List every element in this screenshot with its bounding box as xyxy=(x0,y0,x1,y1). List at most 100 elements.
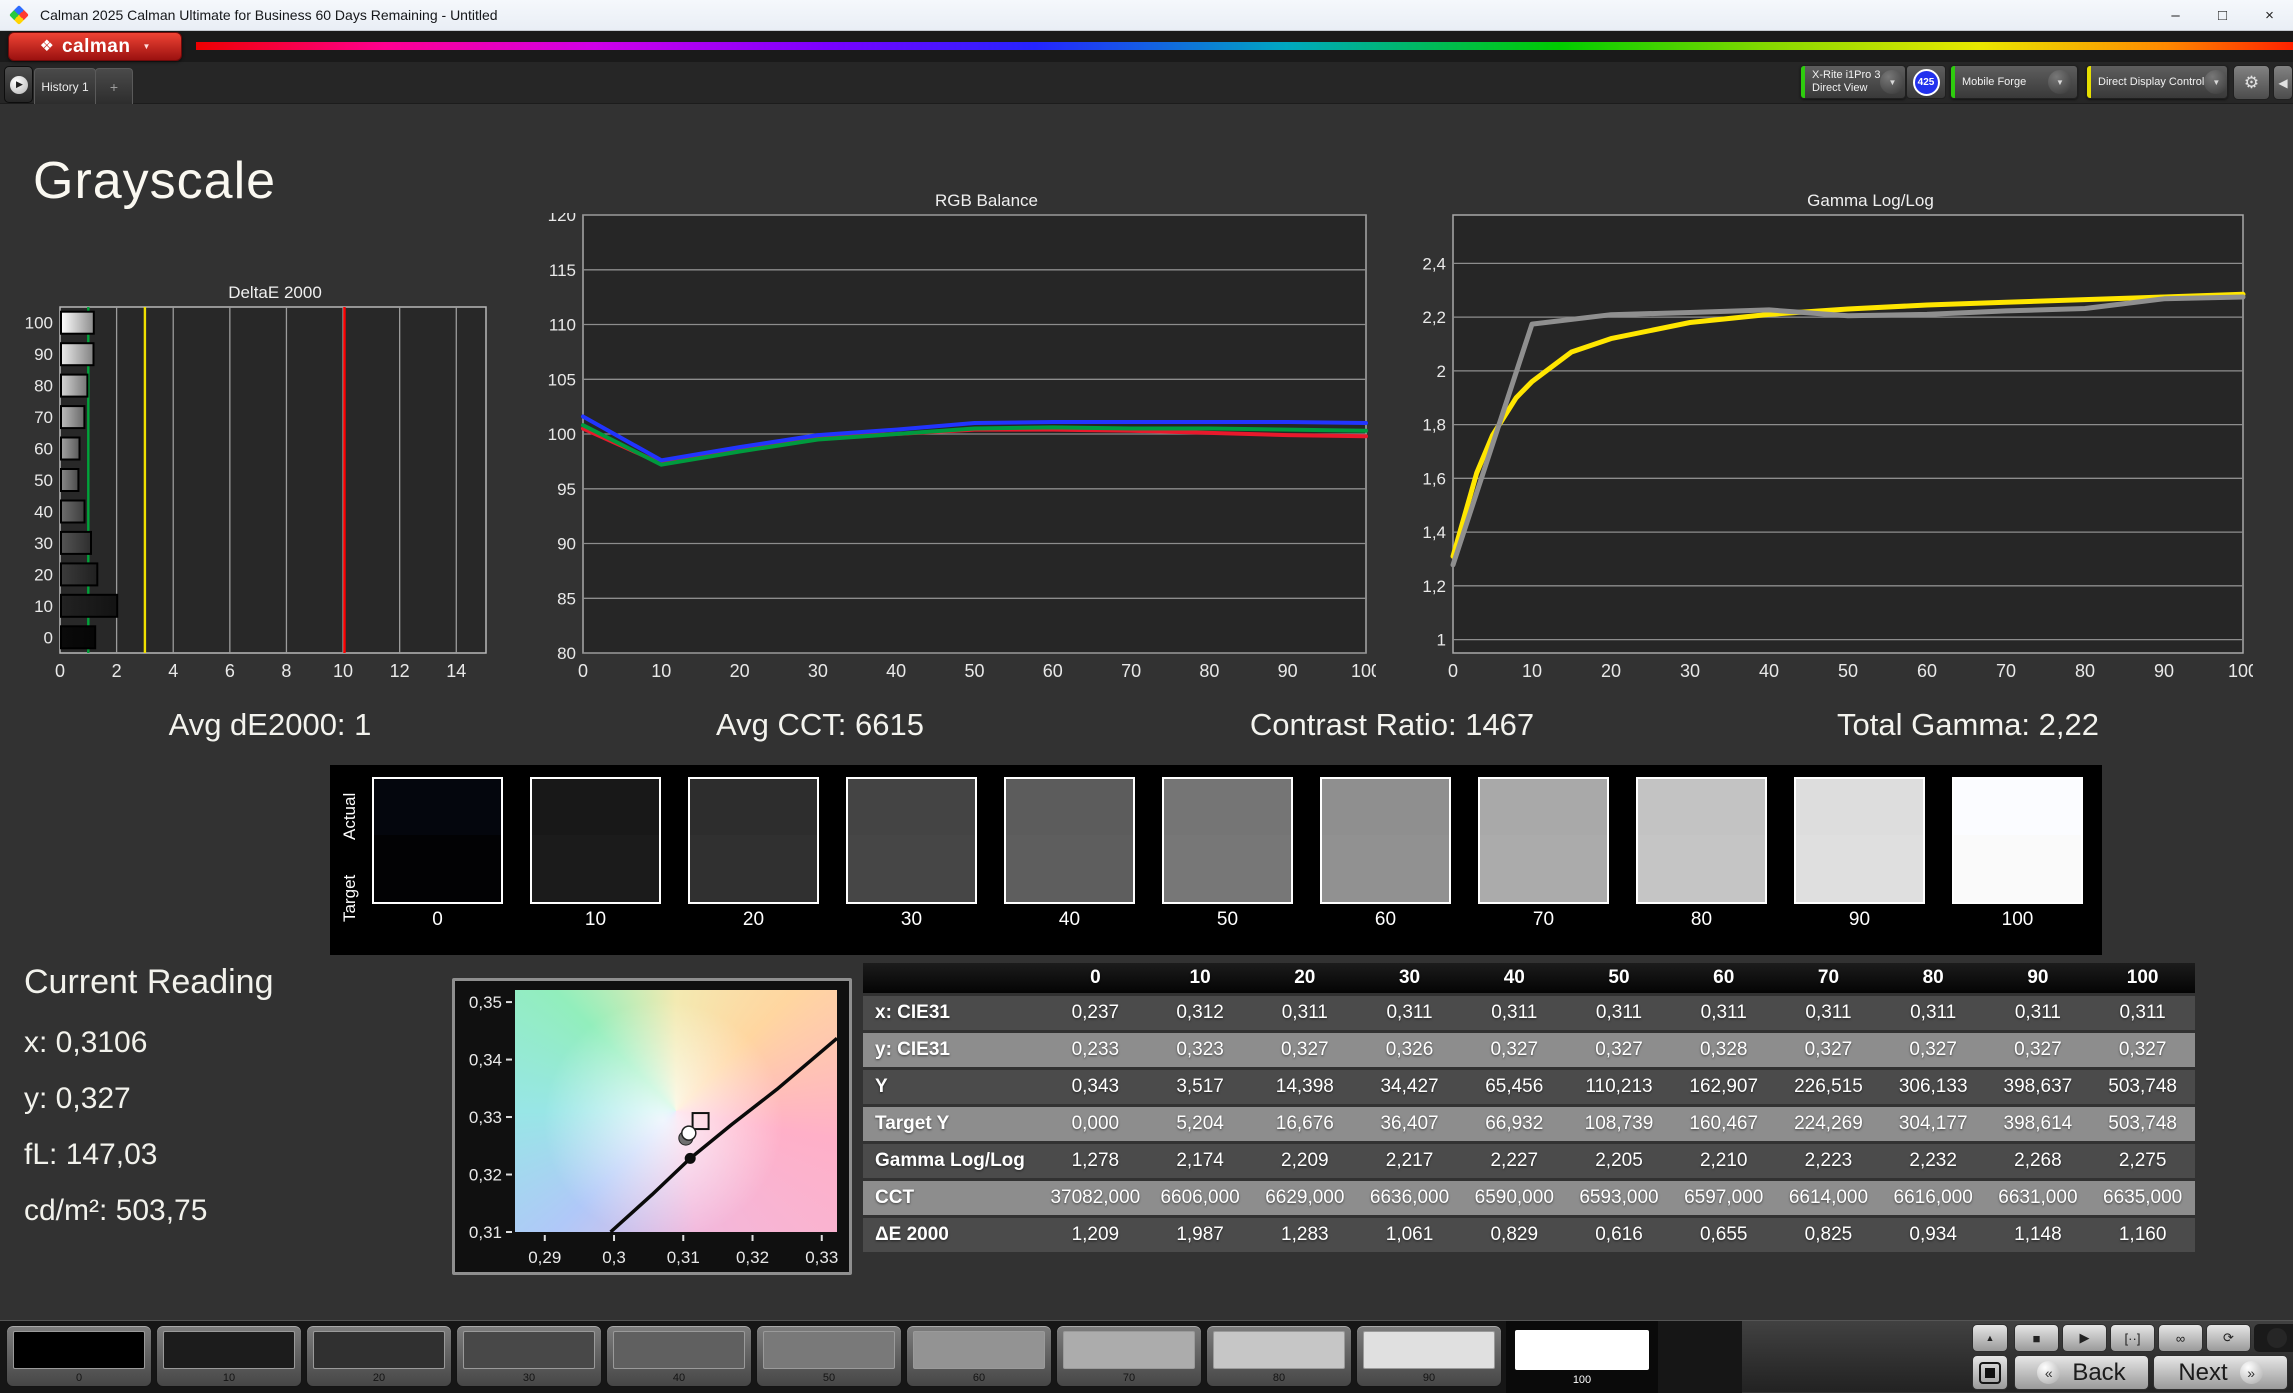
svg-text:2,2: 2,2 xyxy=(1422,308,1446,327)
calman-logo-text: calman xyxy=(62,36,130,58)
level-button-70[interactable]: 70 xyxy=(1056,1325,1202,1387)
svg-text:2: 2 xyxy=(1437,362,1446,381)
table-cell: 1,278 xyxy=(1043,1150,1148,1172)
svg-text:70: 70 xyxy=(1121,661,1141,681)
table-cell: 0,327 xyxy=(2090,1039,2195,1061)
add-tab-button[interactable]: + xyxy=(95,68,133,104)
meter-status-indicator xyxy=(1801,66,1805,98)
level-button-30[interactable]: 30 xyxy=(456,1325,602,1387)
settings-button[interactable]: ⚙ xyxy=(2233,65,2270,100)
next-button[interactable]: Next » xyxy=(2153,1355,2288,1390)
svg-text:70: 70 xyxy=(34,408,53,427)
svg-text:60: 60 xyxy=(34,440,53,459)
step-read-button[interactable]: [··] xyxy=(2110,1324,2155,1352)
table-cell: 108,739 xyxy=(1567,1113,1672,1135)
table-row: Gamma Log/Log1,2782,1742,2092,2172,2272,… xyxy=(863,1144,2195,1178)
table-cell: 14,398 xyxy=(1252,1076,1357,1098)
table-cell: 0,311 xyxy=(1776,1002,1881,1024)
table-cell: 0,000 xyxy=(1043,1113,1148,1135)
deltae-chart: DeltaE 2000 1009080706050403020100024681… xyxy=(24,283,494,688)
meter-count-button[interactable]: 425 xyxy=(1906,65,1946,99)
level-button-20[interactable]: 20 xyxy=(306,1325,452,1387)
current-reading-heading: Current Reading xyxy=(24,963,273,1002)
table-cell: 0,311 xyxy=(2090,1002,2195,1024)
play-button[interactable]: ▶ xyxy=(2062,1324,2107,1352)
table-cell: 2,275 xyxy=(2090,1150,2195,1172)
level-button-10[interactable]: 10 xyxy=(156,1325,302,1387)
table-cell: 2,223 xyxy=(1776,1150,1881,1172)
meter-select-i1pro[interactable]: X-Rite i1Pro 3 Direct View ▼ xyxy=(1800,65,1906,99)
level-label: 10 xyxy=(223,1372,235,1384)
level-label: 60 xyxy=(973,1372,985,1384)
minimize-icon[interactable]: – xyxy=(2152,0,2199,30)
column-header: 80 xyxy=(1881,967,1986,989)
level-label: 70 xyxy=(1123,1372,1135,1384)
cie-chart: 0,290,30,310,320,330,350,340,330,320,31 xyxy=(452,978,852,1275)
sidebar-expander-button[interactable]: ▶ xyxy=(4,66,33,103)
gray-swatch-80: 80 xyxy=(1636,777,1767,931)
level-button-100[interactable]: 100 xyxy=(1506,1321,1658,1393)
table-cell: 6636,000 xyxy=(1357,1187,1462,1209)
column-header: 30 xyxy=(1357,967,1462,989)
expand-tray-button[interactable]: ▲ xyxy=(1972,1324,2008,1352)
gray-swatch-50: 50 xyxy=(1162,777,1293,931)
svg-text:0: 0 xyxy=(1448,661,1458,681)
svg-text:50: 50 xyxy=(1838,661,1858,681)
table-cell: 37082,000 xyxy=(1043,1187,1148,1209)
level-swatch xyxy=(763,1331,895,1369)
level-label: 80 xyxy=(1273,1372,1285,1384)
svg-text:50: 50 xyxy=(34,471,53,490)
table-cell: 0,655 xyxy=(1671,1224,1776,1246)
level-button-40[interactable]: 40 xyxy=(606,1325,752,1387)
maximize-icon[interactable]: □ xyxy=(2199,0,2246,30)
total-gamma-stat: Total Gamma: 2,22 xyxy=(1837,707,2099,743)
level-swatch xyxy=(163,1331,295,1369)
level-button-90[interactable]: 90 xyxy=(1356,1325,1502,1387)
meter-count-badge: 425 xyxy=(1913,69,1940,96)
table-cell: 5,204 xyxy=(1148,1113,1253,1135)
table-cell: 0,312 xyxy=(1148,1002,1253,1024)
level-button-60[interactable]: 60 xyxy=(906,1325,1052,1387)
stop-button[interactable]: ■ xyxy=(2014,1324,2059,1352)
tab-history-1[interactable]: History 1 xyxy=(34,68,96,104)
close-icon[interactable]: × xyxy=(2246,0,2293,30)
table-row: x: CIE310,2370,3120,3110,3110,3110,3110,… xyxy=(863,996,2195,1030)
tab-label: History 1 xyxy=(41,80,88,94)
step-icon: [··] xyxy=(2125,1331,2141,1346)
back-button[interactable]: « Back xyxy=(2014,1355,2149,1390)
collapse-panel-button[interactable]: ◀ xyxy=(2273,65,2293,100)
level-button-50[interactable]: 50 xyxy=(756,1325,902,1387)
pattern-window-button[interactable] xyxy=(1972,1355,2008,1390)
svg-text:40: 40 xyxy=(1759,661,1779,681)
refresh-button[interactable]: ⟳ xyxy=(2206,1324,2251,1352)
meter-select-display-control[interactable]: Direct Display Control ▼ xyxy=(2086,65,2228,99)
up-arrow-icon: ▲ xyxy=(1986,1333,1995,1343)
table-cell: 162,907 xyxy=(1671,1076,1776,1098)
column-header: 20 xyxy=(1252,967,1357,989)
avg-cct-stat: Avg CCT: 6615 xyxy=(716,707,924,743)
svg-text:60: 60 xyxy=(1917,661,1937,681)
chevrons-right-icon: » xyxy=(2240,1361,2263,1384)
table-cell: 0,327 xyxy=(1252,1039,1357,1061)
table-row: y: CIE310,2330,3230,3270,3260,3270,3270,… xyxy=(863,1033,2195,1067)
table-cell: 0,323 xyxy=(1148,1039,1253,1061)
level-button-80[interactable]: 80 xyxy=(1206,1325,1352,1387)
table-cell: 16,676 xyxy=(1252,1113,1357,1135)
window-titlebar: Calman 2025 Calman Ultimate for Business… xyxy=(0,0,2293,31)
table-cell: 2,232 xyxy=(1881,1150,1986,1172)
level-swatch xyxy=(1213,1331,1345,1369)
svg-text:0,29: 0,29 xyxy=(528,1248,561,1267)
gray-swatch-90: 90 xyxy=(1794,777,1925,931)
level-button-0[interactable]: 0 xyxy=(6,1325,152,1387)
transport-controls: ▲ ■ ▶ [··] ∞ ⟳ « Back Next » xyxy=(1972,1324,2290,1390)
continuous-read-button[interactable]: ∞ xyxy=(2158,1324,2203,1352)
svg-text:0: 0 xyxy=(44,628,53,647)
table-cell: 0,311 xyxy=(1357,1002,1462,1024)
swatch-cells: 0102030405060708090100 xyxy=(372,777,2083,931)
svg-text:0,31: 0,31 xyxy=(667,1248,700,1267)
svg-text:0,3: 0,3 xyxy=(602,1248,626,1267)
bottom-toolbar: 0 10 20304050 60 70 80 90100 ▲ ■ ▶ [··] ∞ ⟳ « … xyxy=(0,1320,2293,1392)
meter-select-mobile-forge[interactable]: Mobile Forge ▼ xyxy=(1950,65,2078,99)
calman-menu-button[interactable]: ❖ calman ▼ xyxy=(8,32,182,61)
rainbow-strip xyxy=(196,42,2293,50)
